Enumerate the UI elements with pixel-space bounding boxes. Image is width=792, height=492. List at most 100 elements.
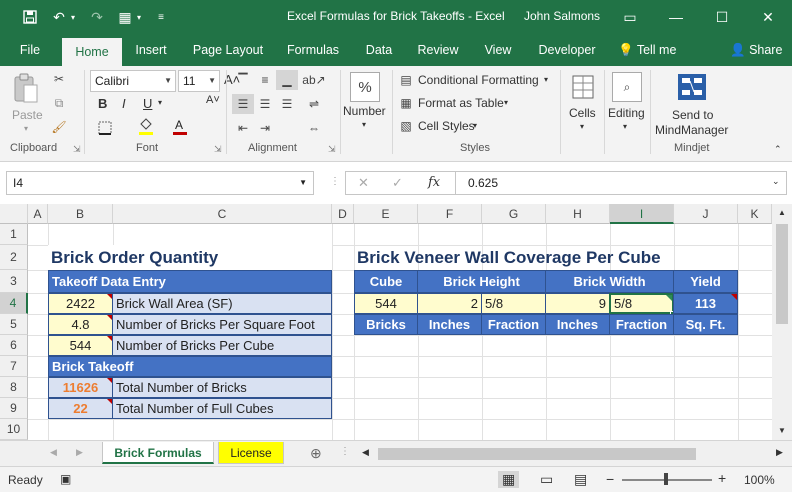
bold-button[interactable]: B [98, 96, 107, 111]
unit-inches[interactable]: Inches [417, 314, 482, 335]
font-color-icon[interactable]: A [170, 118, 190, 136]
column-header[interactable]: K [738, 204, 772, 224]
row-header[interactable]: 3 [0, 270, 28, 293]
row-header[interactable]: 10 [0, 419, 28, 440]
brick-width-header[interactable]: Brick Width [545, 270, 674, 293]
total-cubes-label[interactable]: Total Number of Full Cubes [112, 398, 332, 419]
font-launcher-icon[interactable]: ⇲ [214, 144, 222, 155]
undo-dropdown-icon[interactable]: ▾ [68, 8, 78, 26]
row-header[interactable]: 1 [0, 224, 28, 245]
row-header-selected[interactable]: 4 [0, 293, 28, 314]
cube-value[interactable]: 544 [354, 293, 418, 314]
form-dropdown-icon[interactable]: ▾ [134, 8, 144, 26]
paste-icon[interactable] [12, 72, 40, 106]
tab-file[interactable]: File [8, 34, 52, 66]
font-size-select[interactable]: 11 ▼ [178, 70, 220, 92]
scroll-thumb[interactable] [776, 224, 788, 324]
share-button[interactable]: 👤 Share [730, 34, 788, 66]
bricks-per-sf-value[interactable]: 4.8 [48, 314, 113, 335]
enter-icon[interactable]: ✓ [392, 175, 403, 191]
prev-sheet-icon[interactable]: ◀ [50, 447, 57, 458]
name-box[interactable]: I4 ▼ [6, 171, 314, 195]
vertical-scrollbar[interactable]: ▲ ▼ [772, 204, 792, 440]
align-top-icon[interactable]: ▔ [232, 70, 254, 90]
sheet-tab-active[interactable]: Brick Formulas [102, 442, 214, 464]
column-header[interactable]: B [48, 204, 113, 224]
scroll-up-icon[interactable]: ▲ [778, 208, 786, 217]
yield-header[interactable]: Yield [673, 270, 738, 293]
font-name-select[interactable]: Calibri ▼ [90, 70, 176, 92]
tab-page-layout[interactable]: Page Layout [186, 34, 270, 66]
macro-record-icon[interactable]: ▣ [60, 472, 71, 486]
insert-function-icon[interactable]: fx [428, 175, 440, 190]
tell-me-box[interactable]: 💡 Tell me [618, 34, 688, 66]
next-sheet-icon[interactable]: ▶ [76, 447, 83, 458]
height-inches-value[interactable]: 2 [417, 293, 482, 314]
maximize-icon[interactable]: ☐ [710, 6, 734, 28]
number-dropdown-icon[interactable]: ▾ [362, 120, 366, 129]
page-layout-view-icon[interactable]: ▭ [540, 471, 553, 488]
width-inches-value[interactable]: 9 [545, 293, 610, 314]
width-fraction-value-selected[interactable]: 5/8 [609, 293, 674, 314]
total-cubes-value[interactable]: 22 [48, 398, 113, 419]
cell-styles-button[interactable]: Cell Styles [418, 119, 475, 133]
tab-splitter-icon[interactable]: ⋮ [340, 446, 350, 457]
user-name[interactable]: John Salmons [524, 9, 600, 23]
copy-icon[interactable]: ⧉ [50, 94, 68, 112]
align-right-icon[interactable]: ☰ [276, 94, 298, 114]
height-fraction-value[interactable]: 5/8 [481, 293, 546, 314]
format-as-table-button[interactable]: Format as Table [418, 96, 504, 110]
save-icon[interactable] [20, 8, 40, 26]
search-icon[interactable]: ⌕ [612, 72, 642, 102]
tab-formulas[interactable]: Formulas [280, 34, 346, 66]
paste-label[interactable]: Paste [12, 108, 43, 122]
wrap-text-icon[interactable]: ⇌ [300, 94, 328, 114]
cut-icon[interactable]: ✂ [50, 70, 68, 88]
collapse-ribbon-icon[interactable]: ⌃ [774, 144, 782, 155]
brick-height-header[interactable]: Brick Height [417, 270, 546, 293]
conditional-formatting-button[interactable]: Conditional Formatting [418, 73, 539, 87]
scroll-down-icon[interactable]: ▼ [778, 426, 786, 435]
sheet-tab[interactable]: License [218, 442, 284, 464]
select-all-corner[interactable] [0, 204, 28, 224]
align-bottom-icon[interactable]: ▁ [276, 70, 298, 90]
column-header[interactable]: C [113, 204, 332, 224]
paste-dropdown-icon[interactable]: ▾ [24, 124, 28, 133]
shrink-font-button[interactable]: A˅ [206, 94, 220, 106]
unit-fraction[interactable]: Fraction [481, 314, 546, 335]
scroll-right-icon[interactable]: ▶ [776, 447, 783, 458]
normal-view-icon[interactable]: ▦ [498, 471, 520, 488]
column-header-selected[interactable]: I [610, 204, 674, 224]
row-header[interactable]: 6 [0, 335, 28, 356]
column-header[interactable]: J [674, 204, 738, 224]
total-bricks-label[interactable]: Total Number of Bricks [112, 377, 332, 398]
yield-value[interactable]: 113 [673, 293, 738, 314]
unit-sqft[interactable]: Sq. Ft. [673, 314, 738, 335]
column-header[interactable]: H [546, 204, 610, 224]
zoom-out-icon[interactable]: − [606, 471, 614, 487]
wall-area-value[interactable]: 2422 [48, 293, 113, 314]
editing-button[interactable]: Editing [608, 106, 645, 120]
formula-input[interactable]: 0.625 [455, 171, 787, 195]
scroll-left-icon[interactable]: ◀ [362, 447, 369, 458]
cancel-icon[interactable]: ✕ [358, 175, 369, 191]
zoom-in-icon[interactable]: + [718, 470, 726, 486]
zoom-slider-thumb[interactable] [664, 473, 668, 485]
hscroll-thumb[interactable] [378, 448, 696, 460]
align-middle-icon[interactable]: ≡ [254, 70, 276, 90]
column-header[interactable]: E [354, 204, 418, 224]
align-center-icon[interactable]: ☰ [254, 94, 276, 114]
zoom-level[interactable]: 100% [744, 473, 775, 487]
column-header[interactable]: A [28, 204, 48, 224]
right-title[interactable]: Brick Veneer Wall Coverage Per Cube [354, 245, 754, 270]
format-painter-icon[interactable]: 🖌 [50, 118, 68, 136]
chevron-down-icon[interactable]: ▾ [473, 121, 477, 130]
bricks-per-sf-label[interactable]: Number of Bricks Per Square Foot [112, 314, 332, 335]
total-bricks-value[interactable]: 11626 [48, 377, 113, 398]
tab-home[interactable]: Home [62, 38, 122, 66]
redo-icon[interactable]: ↷ [88, 8, 106, 26]
unit-fraction[interactable]: Fraction [609, 314, 674, 335]
merge-center-icon[interactable]: ⇔ [300, 118, 328, 138]
editing-dropdown-icon[interactable]: ▾ [623, 122, 627, 131]
cube-header[interactable]: Cube [354, 270, 418, 293]
